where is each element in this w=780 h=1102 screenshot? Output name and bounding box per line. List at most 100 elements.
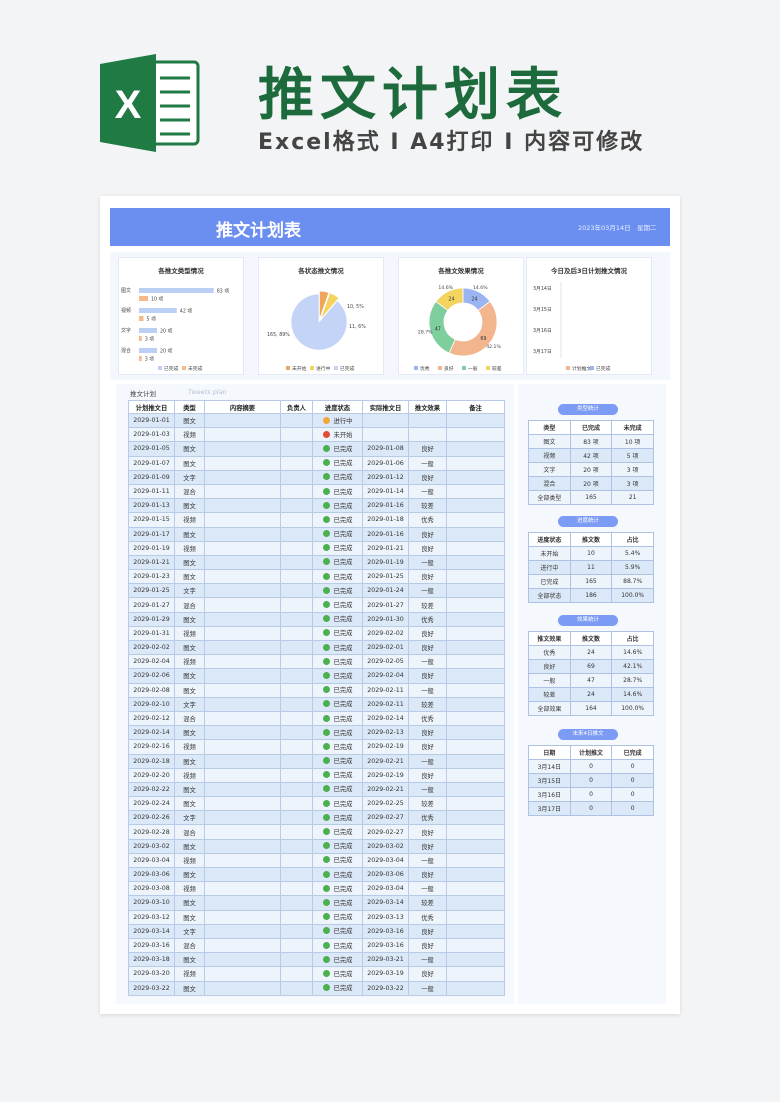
table-cell[interactable] — [446, 639, 505, 656]
table-cell[interactable] — [204, 455, 281, 471]
table-cell[interactable]: 良好 — [408, 923, 447, 939]
table-cell[interactable] — [280, 625, 313, 642]
table-cell[interactable] — [204, 767, 281, 783]
table-row[interactable]: 2029-01-01 图文 进行中 — [128, 412, 505, 429]
table-cell[interactable]: 一般 — [408, 753, 447, 769]
table-cell[interactable]: 良好 — [408, 937, 447, 954]
table-cell[interactable] — [204, 923, 281, 939]
table-cell[interactable]: 2029-01-21 — [362, 540, 409, 556]
table-cell[interactable] — [204, 696, 281, 712]
stats-cell[interactable]: 0 — [611, 773, 654, 788]
table-cell[interactable]: 2029-01-15 — [128, 512, 175, 528]
stats-cell[interactable]: 0 — [569, 773, 613, 788]
table-cell[interactable]: 图文 — [174, 796, 205, 812]
table-row[interactable]: 2029-01-17 图文 已完成 2029-01-16 良好 — [128, 526, 505, 542]
table-cell[interactable]: 视频 — [174, 512, 205, 528]
table-cell[interactable] — [280, 767, 313, 783]
table-cell[interactable]: 图文 — [174, 412, 205, 429]
table-cell[interactable]: 2029-02-14 — [128, 725, 175, 741]
table-cell[interactable]: 2029-03-06 — [128, 866, 175, 883]
table-cell[interactable]: 2029-02-20 — [128, 767, 175, 783]
stats-cell[interactable]: 20 项 — [569, 476, 613, 491]
table-cell[interactable]: 图文 — [174, 569, 205, 585]
table-cell[interactable] — [204, 512, 281, 528]
table-cell[interactable]: 2029-03-06 — [362, 866, 409, 883]
table-cell[interactable]: 已完成 — [312, 966, 363, 982]
table-cell[interactable] — [204, 895, 281, 911]
table-cell[interactable]: 2029-03-04 — [362, 852, 409, 869]
table-cell[interactable]: 2029-01-12 — [362, 469, 409, 485]
table-cell[interactable]: 视频 — [174, 625, 205, 642]
table-cell[interactable]: 已完成 — [312, 838, 363, 854]
table-row[interactable]: 2029-02-06 图文 已完成 2029-02-04 良好 — [128, 668, 505, 684]
stats-cell[interactable]: 186 — [569, 588, 613, 603]
table-cell[interactable] — [446, 654, 505, 670]
stats-cell[interactable]: 3月16日 — [528, 787, 571, 802]
table-cell[interactable]: 已完成 — [312, 937, 363, 954]
table-cell[interactable] — [204, 469, 281, 485]
table-cell[interactable] — [280, 597, 313, 613]
table-cell[interactable]: 2029-01-03 — [128, 427, 175, 443]
stats-cell[interactable]: 3 项 — [611, 476, 654, 491]
table-row[interactable]: 2029-01-23 图文 已完成 2029-01-25 良好 — [128, 569, 505, 585]
table-cell[interactable]: 2029-03-20 — [128, 966, 175, 982]
stats-cell[interactable]: 0 — [611, 801, 654, 816]
table-cell[interactable]: 良好 — [408, 526, 447, 542]
table-cell[interactable]: 较差 — [408, 696, 447, 712]
table-cell[interactable]: 已完成 — [312, 540, 363, 556]
table-cell[interactable]: 2029-01-31 — [128, 625, 175, 642]
table-cell[interactable]: 一般 — [408, 980, 447, 996]
stats-cell[interactable]: 165 — [569, 574, 613, 589]
stats-cell[interactable]: 21 — [611, 490, 654, 505]
table-cell[interactable] — [446, 696, 505, 712]
table-cell[interactable] — [204, 796, 281, 812]
table-cell[interactable] — [446, 526, 505, 542]
table-cell[interactable] — [204, 824, 281, 840]
table-cell[interactable]: 2029-01-08 — [362, 441, 409, 457]
table-cell[interactable]: 2029-01-14 — [362, 483, 409, 500]
table-cell[interactable]: 已完成 — [312, 781, 363, 798]
stats-cell[interactable]: 100.0% — [611, 701, 654, 716]
table-row[interactable]: 2029-01-13 图文 已完成 2029-01-16 较差 — [128, 498, 505, 514]
table-cell[interactable]: 2029-02-02 — [362, 625, 409, 642]
table-cell[interactable]: 图文 — [174, 952, 205, 968]
table-cell[interactable]: 已完成 — [312, 739, 363, 755]
table-cell[interactable] — [280, 455, 313, 471]
stats-cell[interactable]: 优秀 — [528, 645, 571, 660]
stats-cell[interactable]: 42 项 — [569, 448, 613, 463]
table-cell[interactable]: 2029-01-18 — [362, 512, 409, 528]
table-cell[interactable] — [446, 427, 505, 443]
stats-cell[interactable]: 文字 — [528, 462, 571, 477]
table-cell[interactable] — [280, 412, 313, 429]
table-cell[interactable] — [280, 526, 313, 542]
stats-cell[interactable]: 5.4% — [611, 546, 654, 561]
stats-cell[interactable]: 100.0% — [611, 588, 654, 603]
table-cell[interactable]: 2029-02-12 — [128, 710, 175, 727]
table-cell[interactable]: 已完成 — [312, 611, 363, 627]
table-cell[interactable] — [280, 668, 313, 684]
stats-cell[interactable]: 5 项 — [611, 448, 654, 463]
table-row[interactable]: 2029-02-08 图文 已完成 2029-02-11 一般 — [128, 682, 505, 698]
table-row[interactable]: 2029-02-10 文字 已完成 2029-02-11 较差 — [128, 696, 505, 712]
table-cell[interactable]: 视频 — [174, 852, 205, 869]
table-cell[interactable]: 2029-01-09 — [128, 469, 175, 485]
table-cell[interactable]: 2029-02-04 — [128, 654, 175, 670]
table-row[interactable]: 2029-02-24 图文 已完成 2029-02-25 较差 — [128, 796, 505, 812]
table-row[interactable]: 2029-01-19 视频 已完成 2029-01-21 良好 — [128, 540, 505, 556]
table-cell[interactable] — [446, 710, 505, 727]
table-cell[interactable] — [204, 483, 281, 500]
table-cell[interactable]: 已完成 — [312, 952, 363, 968]
table-cell[interactable]: 2029-03-04 — [128, 852, 175, 869]
table-cell[interactable]: 2029-03-16 — [362, 937, 409, 954]
table-cell[interactable] — [446, 952, 505, 968]
stats-cell[interactable]: 混合 — [528, 476, 571, 491]
table-cell[interactable]: 2029-01-01 — [128, 412, 175, 429]
stats-cell[interactable]: 未开始 — [528, 546, 571, 561]
table-cell[interactable]: 一般 — [408, 952, 447, 968]
table-cell[interactable] — [446, 980, 505, 996]
table-cell[interactable]: 2029-03-18 — [128, 952, 175, 968]
table-cell[interactable] — [280, 952, 313, 968]
table-cell[interactable] — [446, 583, 505, 599]
stats-cell[interactable]: 42.1% — [611, 659, 654, 674]
table-cell[interactable]: 一般 — [408, 455, 447, 471]
